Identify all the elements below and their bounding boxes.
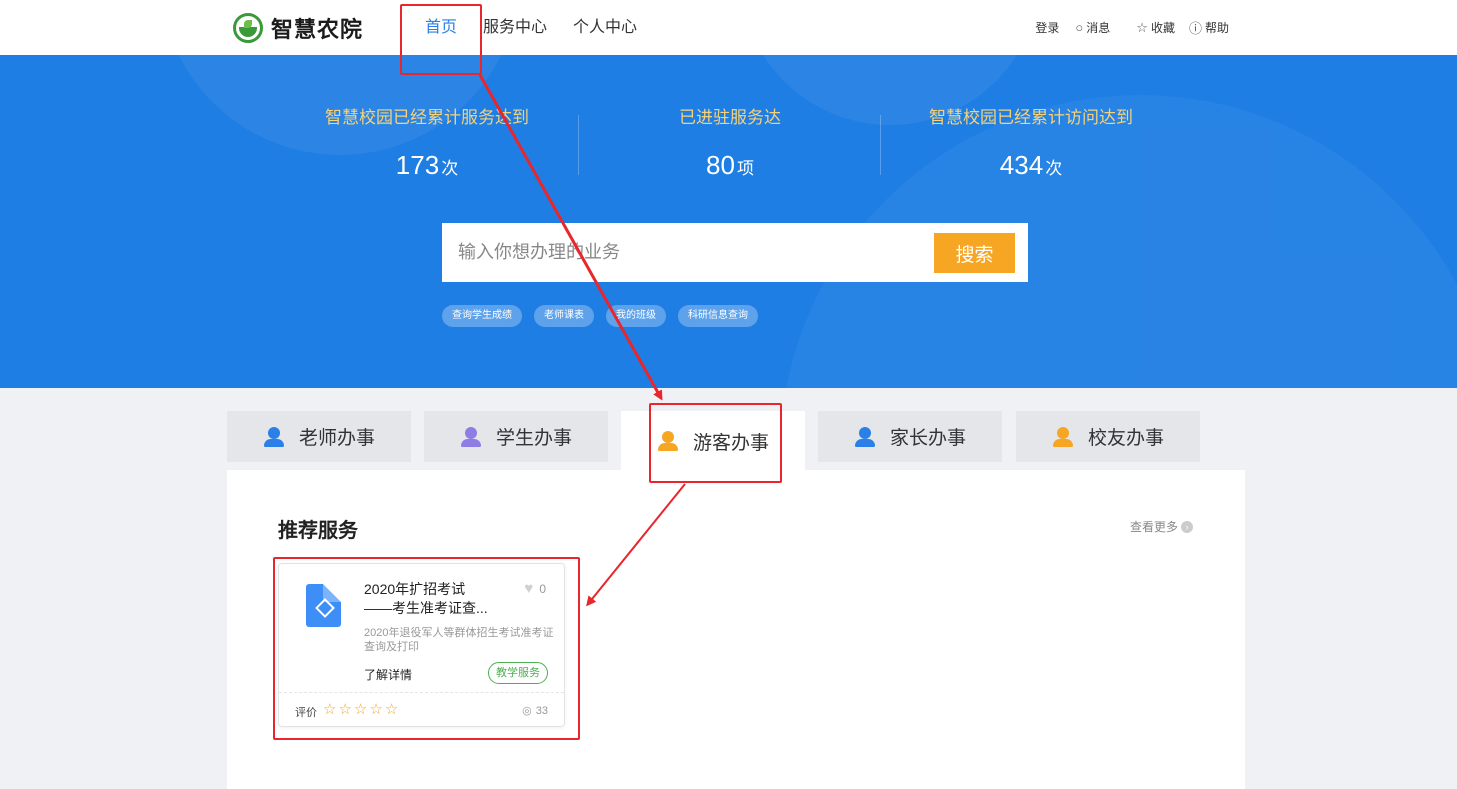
quick-tags: 查询学生成绩 老师课表 我的班级 科研信息查询 <box>442 305 770 327</box>
brand-name: 智慧农院 <box>271 17 364 42</box>
stat-value: 80 项 <box>580 150 880 181</box>
nav-service-center[interactable]: 服务中心 <box>470 0 560 55</box>
help-icon: ⓘ <box>1188 21 1202 36</box>
panel-title: 推荐服务 <box>278 520 358 542</box>
stat-number: 80 <box>706 150 735 180</box>
stat-label: 智慧校园已经累计访问达到 <box>929 108 1133 127</box>
message-link[interactable]: ○ 消息 <box>1075 19 1110 36</box>
tag-student-grades[interactable]: 查询学生成绩 <box>442 305 522 327</box>
student-icon <box>460 426 482 448</box>
nav-personal-center[interactable]: 个人中心 <box>560 0 650 55</box>
login-link[interactable]: 登录 <box>1035 19 1059 36</box>
view-more-link[interactable]: 查看更多 › <box>1130 518 1193 535</box>
stat-services-joined: 已进驻服务达 80 项 <box>580 103 880 181</box>
stat-value: 434 次 <box>881 150 1181 181</box>
tag-research-query[interactable]: 科研信息查询 <box>678 305 758 327</box>
top-header: 智慧农院 首页 服务中心 个人中心 登录 ○ 消息 ☆ 收藏 ⓘ 帮助 <box>0 0 1457 55</box>
stat-label: 智慧校园已经累计服务达到 <box>325 108 529 127</box>
login-label: 登录 <box>1035 21 1060 35</box>
stat-visit-count: 智慧校园已经累计访问达到 434 次 <box>881 103 1181 181</box>
favorite-label: 收藏 <box>1150 21 1175 35</box>
tag-my-class[interactable]: 我的班级 <box>606 305 666 327</box>
tag-teacher-schedule[interactable]: 老师课表 <box>534 305 594 327</box>
stat-unit: 次 <box>441 159 459 178</box>
message-icon: ○ <box>1075 20 1084 35</box>
teacher-icon <box>263 426 285 448</box>
stat-unit: 次 <box>1045 159 1063 178</box>
hero-banner: 智慧校园已经累计服务达到 173 次 已进驻服务达 80 项 智慧校园已经累计访问达… <box>0 55 1457 388</box>
annotation-box-home <box>400 4 482 75</box>
annotation-box-visitor-tab <box>649 403 782 483</box>
brand-logo[interactable]: 智慧农院 <box>233 12 363 44</box>
star-icon: ☆ <box>1136 19 1148 35</box>
view-more-label: 查看更多 <box>1129 520 1178 534</box>
annotation-box-service-card <box>273 557 580 740</box>
stat-number: 173 <box>395 150 440 180</box>
stat-label: 已进驻服务达 <box>679 108 781 127</box>
stat-number: 434 <box>999 150 1044 180</box>
message-label: 消息 <box>1086 21 1111 35</box>
stat-value: 173 次 <box>277 150 577 181</box>
logo-icon <box>233 13 263 43</box>
help-label: 帮助 <box>1204 21 1229 35</box>
tab-label: 校友办事 <box>1087 428 1164 449</box>
tab-label: 学生办事 <box>495 428 572 449</box>
tab-label: 家长办事 <box>889 428 966 449</box>
help-link[interactable]: ⓘ 帮助 <box>1189 18 1229 37</box>
tab-student[interactable]: 学生办事 <box>424 411 608 462</box>
search-bar: 搜索 <box>442 223 1028 282</box>
search-input[interactable] <box>442 223 922 282</box>
tab-label: 老师办事 <box>298 428 375 449</box>
favorite-link[interactable]: ☆ 收藏 <box>1136 19 1175 36</box>
chevron-right-icon: › <box>1181 520 1193 533</box>
search-button[interactable]: 搜索 <box>934 233 1015 273</box>
stat-service-count: 智慧校园已经累计服务达到 173 次 <box>277 103 577 181</box>
tab-teacher[interactable]: 老师办事 <box>227 411 411 462</box>
stat-unit: 项 <box>736 159 754 178</box>
parent-icon <box>854 426 876 448</box>
header-toolbar: 登录 ○ 消息 ☆ 收藏 ⓘ 帮助 <box>1035 0 1229 55</box>
alumni-icon <box>1052 426 1074 448</box>
stat-divider <box>578 115 579 175</box>
tab-parent[interactable]: 家长办事 <box>818 411 1002 462</box>
tab-alumni[interactable]: 校友办事 <box>1016 411 1200 462</box>
